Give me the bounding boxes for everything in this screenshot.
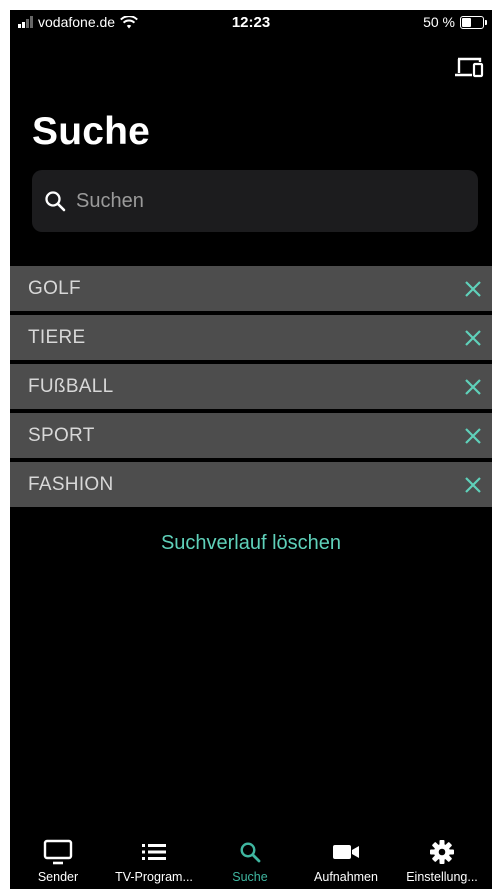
clear-history-button[interactable]: Suchverlauf löschen [10, 532, 492, 555]
tab-label: Sender [37, 870, 79, 884]
search-icon [45, 191, 66, 212]
app-screen: vodafone.de 12:23 50 % Suche Suchen GOLF… [10, 10, 492, 889]
search-icon [202, 838, 298, 866]
tab-aufnahmen[interactable]: Aufnahmen [298, 828, 394, 889]
tab-bar: Sender TV-Program... Suche Aufnahmen Ein… [10, 828, 492, 889]
list-icon [106, 838, 202, 866]
history-item-label: FASHION [28, 473, 114, 495]
history-item-label: TIERE [28, 326, 86, 348]
tab-label: Aufnahmen [314, 870, 378, 884]
tab-tv-program[interactable]: TV-Program... [106, 828, 202, 889]
tab-einstellungen[interactable]: Einstellung... [394, 828, 490, 889]
close-icon[interactable] [460, 472, 486, 498]
status-right: 50 % [423, 14, 487, 30]
gear-icon [394, 838, 490, 866]
close-icon[interactable] [460, 325, 486, 351]
history-item-label: SPORT [28, 424, 95, 446]
camera-icon [298, 838, 394, 866]
history-item[interactable]: SPORT [10, 413, 492, 458]
history-item[interactable]: FASHION [10, 462, 492, 507]
tab-sender[interactable]: Sender [10, 828, 106, 889]
search-history-list: GOLF TIERE FUßBALL SPORT FASHION [10, 266, 492, 511]
battery-icon [460, 15, 487, 29]
history-item-label: FUßBALL [28, 375, 114, 397]
history-item[interactable]: FUßBALL [10, 364, 492, 409]
history-item[interactable]: GOLF [10, 266, 492, 311]
close-icon[interactable] [460, 276, 486, 302]
status-time: 12:23 [231, 14, 271, 31]
devices-icon[interactable] [454, 56, 484, 80]
search-input[interactable] [74, 188, 438, 214]
search-field[interactable] [32, 170, 478, 232]
status-bar: vodafone.de 12:23 50 % [10, 10, 492, 38]
tab-suche[interactable]: Suche [202, 828, 298, 889]
history-item-label: GOLF [28, 277, 81, 299]
tv-icon [10, 838, 106, 866]
history-item[interactable]: TIERE [10, 315, 492, 360]
close-icon[interactable] [460, 423, 486, 449]
battery-percent: 50 % [423, 14, 455, 30]
tab-label: TV-Program... [115, 870, 193, 884]
page-title: Suche [32, 110, 151, 153]
tab-label: Einstellung... [406, 870, 478, 884]
close-icon[interactable] [460, 374, 486, 400]
tab-label: Suche [232, 870, 268, 884]
